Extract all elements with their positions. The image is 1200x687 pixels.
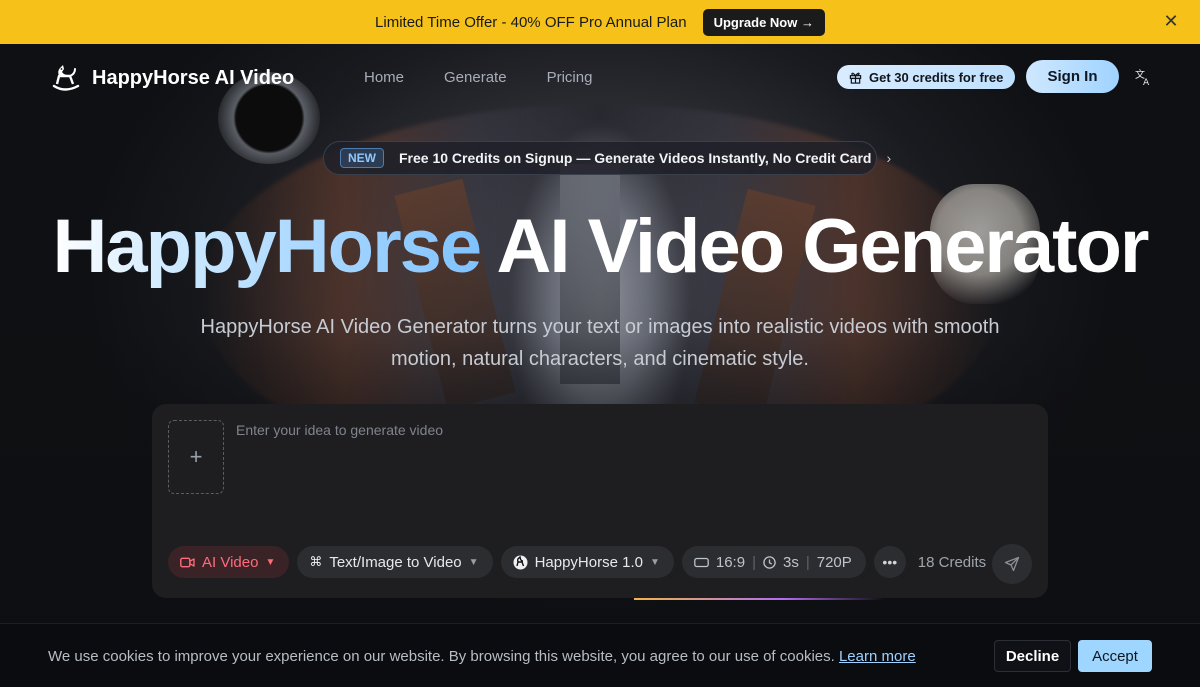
announcement-badge[interactable]: NEW Free 10 Credits on Signup — Generate…	[323, 141, 891, 175]
command-icon: ⌘	[309, 554, 323, 569]
credits-cost: 18 Credits	[917, 553, 987, 571]
prompt-input[interactable]	[236, 422, 1016, 512]
nav-links: Home Generate Pricing	[364, 69, 592, 86]
video-camera-icon	[180, 557, 195, 567]
accept-button[interactable]: Accept	[1078, 640, 1152, 672]
cookie-text: We use cookies to improve your experienc…	[48, 648, 916, 665]
generator-panel: + AI Video ▼ ⌘ Text/Image to Video ▼ Hap…	[152, 404, 1048, 598]
send-button[interactable]	[992, 544, 1032, 584]
divider: |	[752, 553, 756, 571]
aspect-ratio-value: 16:9	[715, 553, 746, 571]
duration-value: 3s	[782, 553, 799, 571]
model-label: HappyHorse 1.0	[534, 553, 643, 571]
cookie-banner: We use cookies to improve your experienc…	[0, 623, 1200, 687]
panel-glow-line	[634, 598, 884, 600]
chevron-down-icon: ▼	[468, 556, 479, 568]
close-icon[interactable]: ✕	[1162, 12, 1180, 30]
svg-text:A: A	[1143, 78, 1150, 86]
upload-image-button[interactable]: +	[168, 420, 224, 494]
top-nav: HappyHorse AI Video Home Generate Pricin…	[0, 44, 1200, 110]
learn-more-link[interactable]: Learn more	[839, 648, 916, 665]
chevron-down-icon: ▼	[265, 556, 276, 568]
decline-button[interactable]: Decline	[994, 640, 1071, 672]
model-dropdown[interactable]: HappyHorse 1.0 ▼	[500, 546, 674, 578]
brand-name: HappyHorse AI Video	[92, 66, 295, 89]
resolution-value: 720P	[816, 553, 852, 571]
cookie-message: We use cookies to improve your experienc…	[48, 648, 835, 665]
nav-link-generate[interactable]: Generate	[444, 69, 507, 86]
paper-plane-icon	[1004, 556, 1020, 572]
chevron-down-icon: ▼	[649, 556, 660, 568]
video-settings-button[interactable]: 16:9 | 3s | 720P	[681, 546, 866, 578]
horse-model-icon	[513, 555, 528, 569]
aspect-ratio-icon	[694, 557, 709, 567]
mode-label: AI Video	[202, 553, 259, 571]
title-brand: HappyHorse	[52, 204, 483, 289]
title-rest: AI Video Generator	[480, 204, 1149, 289]
announcement-text: Free 10 Credits on Signup — Generate Vid…	[399, 150, 872, 166]
input-type-dropdown[interactable]: ⌘ Text/Image to Video ▼	[297, 546, 493, 578]
sign-in-button[interactable]: Sign In	[1026, 60, 1119, 93]
clock-icon	[763, 555, 776, 569]
free-credits-button[interactable]: Get 30 credits for free	[837, 65, 1016, 89]
chevron-right-icon: ›	[886, 150, 892, 166]
promo-banner: Limited Time Offer - 40% OFF Pro Annual …	[0, 0, 1200, 44]
page-title: HappyHorse AI Video Generator	[0, 203, 1200, 290]
plus-icon: +	[189, 444, 203, 469]
generator-toolbar: AI Video ▼ ⌘ Text/Image to Video ▼ Happy…	[168, 546, 986, 578]
upgrade-now-button[interactable]: Upgrade Now →	[702, 8, 825, 36]
rocking-horse-icon	[52, 65, 80, 91]
input-type-label: Text/Image to Video	[329, 553, 462, 571]
mode-dropdown[interactable]: AI Video ▼	[168, 546, 290, 578]
new-tag: NEW	[340, 148, 384, 168]
nav-link-home[interactable]: Home	[364, 69, 404, 86]
free-credits-label: Get 30 credits for free	[869, 69, 1004, 85]
promo-text: Limited Time Offer - 40% OFF Pro Annual …	[375, 13, 687, 31]
brand-logo[interactable]: HappyHorse AI Video	[48, 62, 294, 94]
translate-icon[interactable]: 文 A	[1134, 68, 1152, 86]
divider: |	[805, 553, 810, 571]
nav-link-pricing[interactable]: Pricing	[547, 69, 593, 86]
more-options-icon[interactable]: •••	[873, 546, 906, 578]
page-subtitle: HappyHorse AI Video Generator turns your…	[200, 316, 1000, 370]
gift-icon	[849, 72, 862, 84]
